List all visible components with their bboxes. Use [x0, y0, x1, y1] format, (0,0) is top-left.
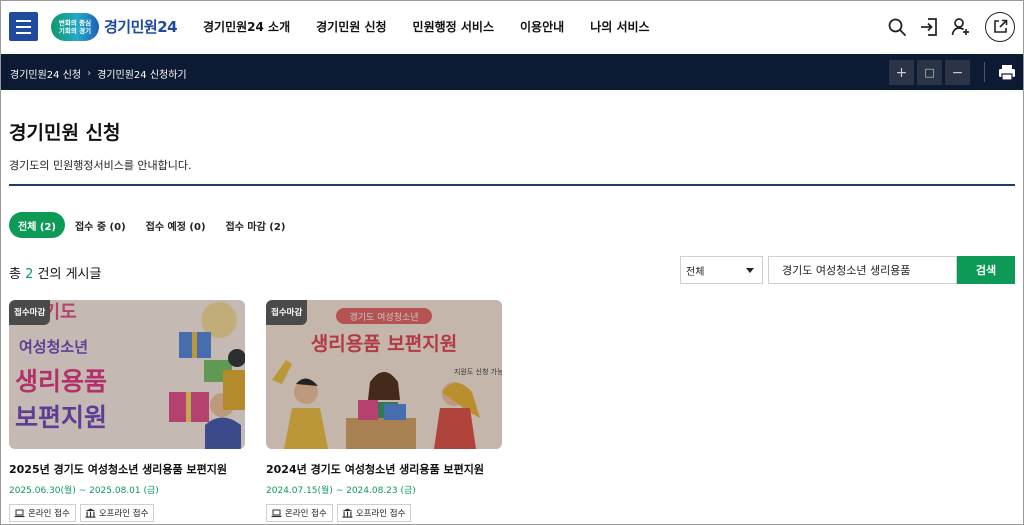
tab-receiving[interactable]: 접수 중 (0) — [65, 212, 136, 238]
tag-offline: 오프라인 접수 — [336, 504, 412, 522]
search-input[interactable]: 경기도 여성청소년 생리용품 — [768, 256, 957, 284]
search-category-value: 전체 — [686, 266, 705, 278]
tag-offline-label: 오프라인 접수 — [355, 509, 406, 519]
tag-online: 온라인 접수 — [266, 504, 333, 522]
page-title: 경기민원 신청 — [9, 122, 121, 144]
card-thumbnail[interactable]: 경기도 여성청소년 생리용품 보편지원 지원도 신청 가능! 접수마감 — [266, 300, 502, 449]
card-title[interactable]: 2024년 경기도 여성청소년 생리용품 보편지원 — [266, 461, 502, 477]
main-nav: 경기민원24 소개 경기민원 신청 민원행정 서비스 이용안내 나의 서비스 — [203, 18, 650, 35]
building-icon — [85, 508, 96, 518]
nav-item-my-service[interactable]: 나의 서비스 — [590, 18, 649, 35]
post-count-prefix: 총 — [9, 267, 21, 282]
logo-tagline-2: 기회의 경기 — [58, 26, 92, 35]
print-icon[interactable] — [997, 63, 1017, 81]
tag-offline: 오프라인 접수 — [79, 504, 155, 522]
divider — [984, 62, 985, 82]
site-logo[interactable]: 변화의 중심 기회의 경기 경기민원24 — [51, 12, 178, 41]
zoom-reset-button[interactable]: □ — [917, 60, 942, 85]
post-count-number: 2 — [25, 267, 34, 282]
title-divider — [9, 184, 1015, 186]
menu-line — [16, 19, 31, 22]
menu-line — [16, 25, 31, 28]
tab-closed[interactable]: 접수 마감 (2) — [216, 212, 296, 238]
nav-item-intro[interactable]: 경기민원24 소개 — [203, 18, 290, 35]
tag-online-label: 온라인 접수 — [28, 509, 70, 519]
logo-mark: 변화의 중심 기회의 경기 — [51, 12, 99, 41]
tag-online: 온라인 접수 — [9, 504, 76, 522]
tab-all[interactable]: 전체 (2) — [9, 212, 65, 238]
post-count: 총 2 건의 게시글 — [9, 263, 101, 282]
search-category-select[interactable]: 전체 — [680, 256, 763, 284]
tag-offline-label: 오프라인 접수 — [98, 509, 149, 519]
tab-upcoming[interactable]: 접수 예정 (0) — [136, 212, 216, 238]
card-date: 2025.06.30(월) ~ 2025.08.01 (금) — [9, 486, 159, 496]
breadcrumb-item-apply[interactable]: 경기민원24 신청 — [10, 66, 81, 81]
search-button[interactable]: 검색 — [957, 256, 1015, 284]
status-badge: 접수마감 — [266, 300, 308, 325]
hamburger-menu-button[interactable] — [9, 12, 38, 41]
zoom-in-button[interactable]: + — [889, 60, 914, 85]
card-tags: 온라인 접수 오프라인 접수 — [266, 504, 502, 522]
utility-icons — [885, 11, 1015, 42]
building-icon — [342, 508, 353, 518]
tag-online-label: 온라인 접수 — [285, 509, 327, 519]
breadcrumb: 경기민원24 신청 › 경기민원24 신청하기 — [10, 66, 187, 81]
zoom-out-button[interactable]: − — [945, 60, 970, 85]
card-title[interactable]: 2025년 경기도 여성청소년 생리용품 보편지원 — [9, 461, 245, 477]
search-icon[interactable] — [885, 11, 908, 42]
nav-item-apply[interactable]: 경기민원 신청 — [316, 18, 386, 35]
card-thumbnail[interactable]: 경기도 여성청소년 생리용품 보편지원 접수마감 — [9, 300, 245, 449]
status-badge: 접수마감 — [9, 300, 51, 325]
menu-line — [16, 31, 31, 34]
laptop-icon — [14, 509, 25, 517]
zoom-controls: + □ − — [889, 60, 970, 85]
application-card[interactable]: 경기도 여성청소년 생리용품 보편지원 접수마감 2025년 경기도 여성청소년… — [9, 300, 245, 522]
breadcrumb-item-current: 경기민원24 신청하기 — [97, 70, 187, 81]
page-description: 경기도의 민원행정서비스를 안내합니다. — [9, 159, 192, 172]
nav-item-guide[interactable]: 이용안내 — [520, 18, 564, 35]
site-header: 변화의 중심 기회의 경기 경기민원24 경기민원24 소개 경기민원 신청 민… — [1, 1, 1023, 54]
nav-item-admin-service[interactable]: 민원행정 서비스 — [413, 18, 494, 35]
logo-text: 경기민원24 — [104, 18, 178, 36]
card-tags: 온라인 접수 오프라인 접수 — [9, 504, 245, 522]
breadcrumb-bar: 경기민원24 신청 › 경기민원24 신청하기 + □ − — [1, 54, 1023, 90]
card-date: 2024.07.15(월) ~ 2024.08.23 (금) — [266, 486, 416, 496]
external-link-icon[interactable] — [985, 11, 1015, 42]
page-frame: 변화의 중심 기회의 경기 경기민원24 경기민원24 소개 경기민원 신청 민… — [0, 0, 1024, 525]
caret-down-icon — [746, 267, 754, 273]
laptop-icon — [271, 509, 282, 517]
application-card[interactable]: 경기도 여성청소년 생리용품 보편지원 지원도 신청 가능! 접수마감 2024… — [266, 300, 502, 522]
status-tabs: 전체 (2) 접수 중 (0) 접수 예정 (0) 접수 마감 (2) — [9, 212, 295, 238]
logo-tagline-1: 변화의 중심 — [58, 18, 92, 27]
post-count-suffix: 건의 게시글 — [37, 267, 102, 282]
login-icon[interactable] — [917, 11, 940, 42]
chevron-right-icon: › — [87, 68, 92, 79]
user-add-icon[interactable] — [949, 11, 972, 42]
